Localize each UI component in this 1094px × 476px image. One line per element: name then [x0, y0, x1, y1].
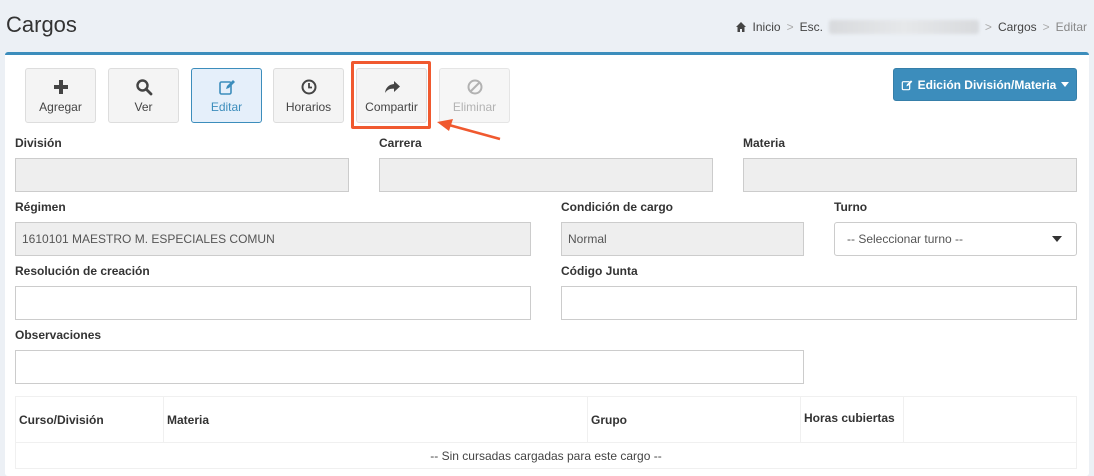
home-icon — [735, 22, 746, 32]
condition-label: Condición de cargo — [561, 200, 674, 214]
division-label: División — [15, 136, 62, 150]
board-code-label: Código Junta — [561, 264, 638, 278]
resolution-field[interactable] — [15, 286, 531, 320]
observations-field[interactable] — [15, 350, 804, 384]
breadcrumb-separator: > — [786, 20, 794, 34]
column-header-actions — [903, 396, 1077, 443]
shift-select-value: -- Seleccionar turno -- — [847, 232, 964, 246]
breadcrumb-separator: > — [1042, 20, 1050, 34]
subject-field[interactable] — [743, 158, 1077, 192]
shift-label: Turno — [834, 200, 868, 214]
career-field[interactable] — [379, 158, 713, 192]
edit-icon — [218, 79, 235, 95]
breadcrumb-separator: > — [984, 20, 992, 34]
column-header-group: Grupo — [587, 396, 801, 443]
table-row: -- Sin cursadas cargadas para este cargo… — [15, 442, 1077, 469]
search-icon — [135, 78, 152, 95]
board-code-field[interactable] — [561, 286, 1077, 320]
observations-label: Observaciones — [15, 328, 102, 342]
regime-field[interactable]: 1610101 MAESTRO M. ESPECIALES COMUN — [15, 222, 531, 256]
breadcrumb-school-name-redacted — [828, 20, 979, 34]
view-button-label: Ver — [134, 99, 153, 114]
main-panel: Agregar Ver Editar Horarios Compartir El… — [5, 52, 1089, 476]
career-label: Carrera — [379, 136, 422, 150]
shift-select[interactable]: -- Seleccionar turno -- — [834, 222, 1077, 256]
annotation-arrow-icon — [437, 119, 501, 141]
breadcrumb-section-link[interactable]: Cargos — [998, 20, 1037, 34]
schedule-button-label: Horarios — [285, 99, 332, 114]
breadcrumb: Inicio > Esc. > Cargos > Editar — [735, 20, 1087, 34]
share-highlight-box — [351, 61, 431, 129]
empty-table-message: -- Sin cursadas cargadas para este cargo… — [15, 442, 1077, 469]
ban-icon — [467, 79, 482, 94]
regime-label: Régimen — [15, 200, 66, 214]
edit-icon — [901, 79, 912, 90]
table-header-row: Curso/División Materia Grupo Horas cubie… — [15, 396, 1077, 443]
subject-label: Materia — [743, 136, 786, 150]
column-header-course-division: Curso/División — [15, 396, 164, 443]
edit-division-subject-dropdown[interactable]: Edición División/Materia — [893, 68, 1077, 101]
resolution-label: Resolución de creación — [15, 264, 150, 278]
division-field[interactable] — [15, 158, 349, 192]
column-header-hours-covered: Horas cubiertas — [800, 396, 904, 443]
clock-icon — [301, 79, 316, 94]
view-button[interactable]: Ver — [108, 68, 179, 123]
schedule-button[interactable]: Horarios — [273, 68, 344, 123]
breadcrumb-school-link[interactable]: Esc. — [800, 20, 823, 34]
courses-table: Curso/División Materia Grupo Horas cubie… — [15, 396, 1077, 469]
edit-button-label: Editar — [210, 99, 243, 114]
condition-field[interactable]: Normal — [561, 222, 804, 256]
column-header-subject: Materia — [163, 396, 588, 443]
page-title: Cargos — [6, 12, 77, 37]
plus-icon — [53, 79, 68, 94]
dropdown-label: Edición División/Materia — [917, 77, 1057, 92]
caret-down-icon — [1052, 236, 1062, 242]
add-button-label: Agregar — [39, 99, 82, 114]
delete-button-label: Eliminar — [452, 99, 497, 114]
breadcrumb-current: Editar — [1055, 20, 1087, 34]
caret-down-icon — [1061, 82, 1070, 87]
breadcrumb-home-link[interactable]: Inicio — [753, 20, 781, 34]
edit-button[interactable]: Editar — [191, 68, 262, 123]
add-button[interactable]: Agregar — [25, 68, 96, 123]
